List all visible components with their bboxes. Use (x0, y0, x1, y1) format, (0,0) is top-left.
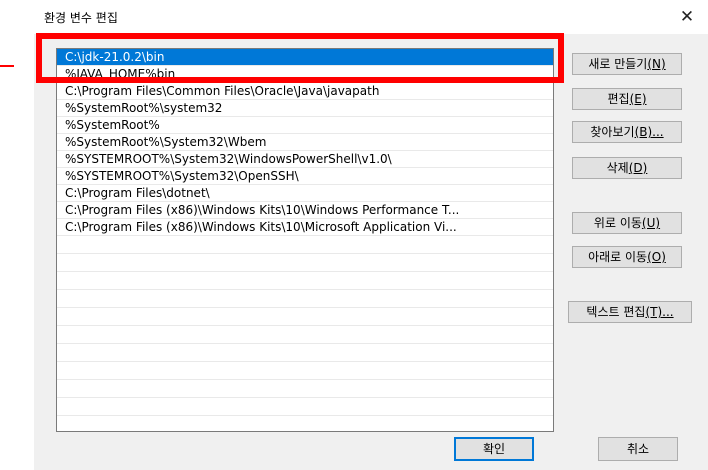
list-item[interactable]: C:\Program Files\dotnet\ (57, 185, 553, 202)
empty-row (57, 344, 553, 362)
empty-row (57, 272, 553, 290)
empty-row (57, 398, 553, 416)
close-icon[interactable]: ✕ (672, 4, 702, 30)
edit-button-label: 편집 (607, 92, 630, 106)
list-item[interactable]: C:\Program Files\Common Files\Oracle\Jav… (57, 83, 553, 100)
delete-button[interactable]: 삭제(D) (572, 157, 682, 179)
list-item[interactable]: C:\Program Files (x86)\Windows Kits\10\M… (57, 219, 553, 236)
ok-button[interactable]: 확인 (454, 437, 534, 461)
empty-row (57, 362, 553, 380)
new-button-mnemonic: (N) (647, 57, 666, 71)
move-up-button-mnemonic: (U) (641, 216, 661, 230)
edit-text-button[interactable]: 텍스트 편집(T)... (568, 301, 692, 323)
browse-button-mnemonic: (B)... (634, 125, 664, 139)
list-item[interactable]: C:\jdk-21.0.2\bin (57, 49, 553, 66)
empty-row (57, 326, 553, 344)
empty-row (57, 254, 553, 272)
env-var-edit-dialog: 환경 변수 편집 ✕ C:\jdk-21.0.2\bin %JAVA_HOME%… (34, 0, 708, 470)
new-button-label: 새로 만들기 (588, 57, 648, 71)
annotation-pointer (0, 65, 14, 67)
delete-button-label: 삭제 (606, 161, 629, 175)
path-list[interactable]: C:\jdk-21.0.2\bin %JAVA_HOME%bin C:\Prog… (56, 48, 554, 432)
list-item[interactable]: C:\Program Files (x86)\Windows Kits\10\W… (57, 202, 553, 219)
move-up-button[interactable]: 위로 이동(U) (572, 212, 682, 234)
screenshot-canvas: 환경 변수 편집 ✕ C:\jdk-21.0.2\bin %JAVA_HOME%… (0, 0, 708, 470)
empty-row (57, 236, 553, 254)
move-down-button-label: 아래로 이동 (588, 250, 648, 264)
move-up-button-label: 위로 이동 (593, 216, 642, 230)
delete-button-mnemonic: (D) (628, 161, 648, 175)
empty-row (57, 380, 553, 398)
list-item[interactable]: %SystemRoot%\system32 (57, 100, 553, 117)
list-item[interactable]: %SystemRoot% (57, 117, 553, 134)
list-item[interactable]: %SystemRoot%\System32\Wbem (57, 134, 553, 151)
cancel-button[interactable]: 취소 (598, 437, 678, 461)
move-down-button[interactable]: 아래로 이동(O) (572, 246, 682, 268)
edit-button[interactable]: 편집(E) (572, 88, 682, 110)
title-bar: 환경 변수 편집 ✕ (34, 0, 708, 34)
empty-row (57, 290, 553, 308)
list-item[interactable]: %JAVA_HOME%bin (57, 66, 553, 83)
list-item[interactable]: %SYSTEMROOT%\System32\WindowsPowerShell\… (57, 151, 553, 168)
new-button[interactable]: 새로 만들기(N) (572, 53, 682, 75)
browse-button-label: 찾아보기 (590, 125, 635, 139)
empty-row (57, 308, 553, 326)
dialog-title: 환경 변수 편집 (44, 11, 118, 25)
move-down-button-mnemonic: (O) (647, 250, 666, 264)
list-item[interactable]: %SYSTEMROOT%\System32\OpenSSH\ (57, 168, 553, 185)
browse-button[interactable]: 찾아보기(B)... (572, 121, 682, 143)
edit-text-button-mnemonic: (T)... (645, 305, 674, 319)
edit-text-button-label: 텍스트 편집 (586, 305, 646, 319)
edit-button-mnemonic: (E) (629, 92, 647, 106)
